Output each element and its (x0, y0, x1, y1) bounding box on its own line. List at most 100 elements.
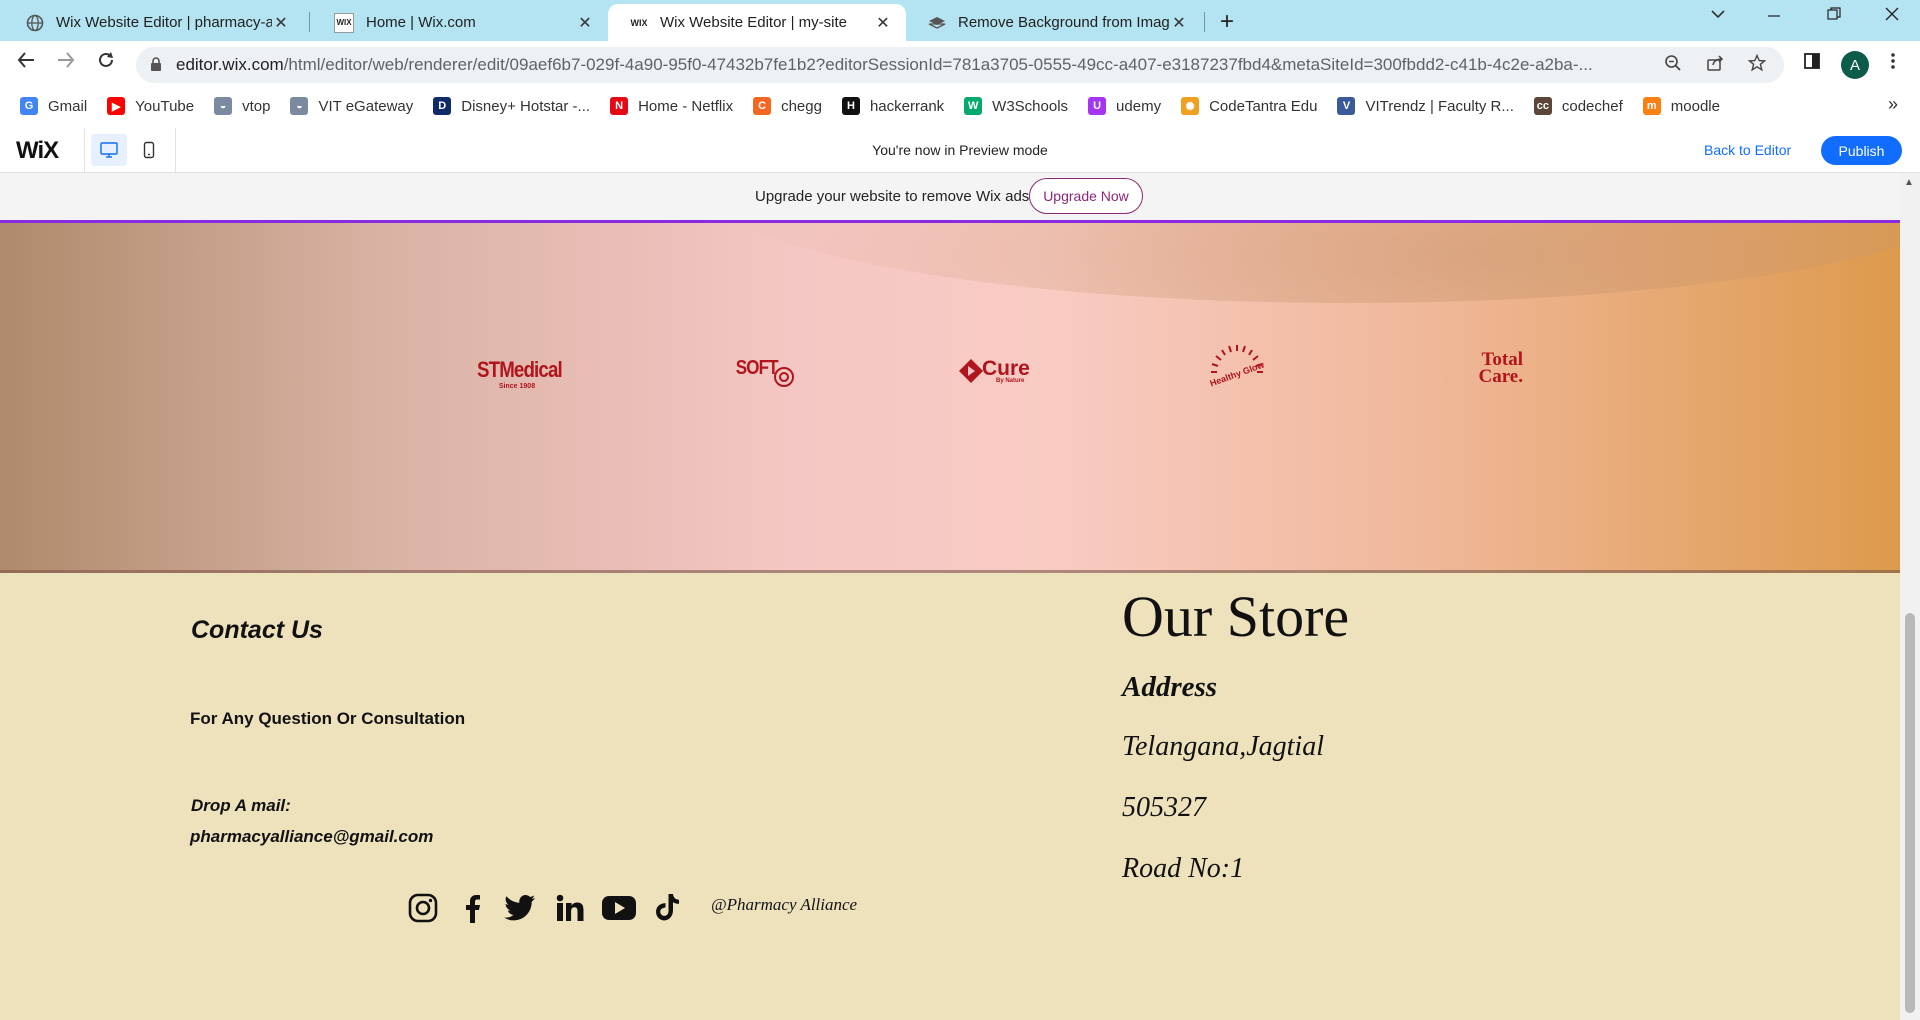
address-label: Address (1122, 671, 1218, 703)
url-text[interactable]: editor.wix.com/html/editor/web/renderer/… (176, 55, 1656, 75)
tab-divider (309, 12, 310, 32)
bookmark-label: vtop (242, 97, 271, 115)
bookmark-label: codechef (1561, 97, 1623, 115)
bookmark-favicon-icon: V (1337, 97, 1356, 115)
bookmark-item[interactable]: V VITrendz | Faculty R... (1337, 97, 1514, 115)
partners-strip: STMedical Since 1908 SOFT Cure By Nature (0, 223, 1900, 573)
background-fold (700, 223, 1900, 303)
linkedin-icon[interactable] (553, 891, 587, 925)
preview-mode-message: You're now in Preview mode (872, 142, 1048, 158)
bookmark-label: chegg (781, 97, 822, 115)
bookmark-item[interactable]: Cchegg (753, 97, 822, 115)
forward-arrow-icon[interactable] (56, 50, 76, 76)
bookmark-star-icon[interactable] (1747, 53, 1767, 77)
bookmark-favicon-icon: ✺ (1181, 97, 1200, 115)
twitter-icon[interactable] (503, 891, 537, 925)
bookmark-favicon-icon: D (433, 97, 452, 115)
bookmark-label: Gmail (48, 97, 88, 115)
tab-wix-editor-pharmacy[interactable]: Wix Website Editor | pharmacy-a ✕ (4, 4, 304, 41)
bookmark-item[interactable]: ◒ VIT eGateway (290, 97, 413, 115)
bookmark-item[interactable]: cc codechef (1533, 97, 1623, 115)
bookmark-favicon-icon: m (1642, 97, 1661, 115)
bookmark-label: W3Schools (992, 97, 1069, 115)
facebook-icon[interactable] (455, 891, 489, 925)
bookmarks-bar: G Gmail ▶ YouTube ◒ vtop ◒ VIT eGateway D Disney+… (0, 90, 1920, 122)
tab-home-wix[interactable]: WIX Home | Wix.com ✕ (312, 4, 608, 41)
url-path: /html/editor/web/renderer/edit/09aef6b7-… (283, 55, 1593, 74)
bookmark-item[interactable]: D Disney+ Hotstar -... (433, 97, 590, 115)
browser-toolbar: editor.wix.com/html/editor/web/renderer/… (0, 41, 1920, 90)
bookmark-item[interactable]: Hhackerrank (841, 97, 944, 115)
publish-button[interactable]: Publish (1821, 136, 1902, 165)
zoom-icon[interactable] (1664, 54, 1682, 77)
bookmark-favicon-icon: H (841, 97, 860, 115)
partner-logo-stmedical: STMedical Since 1908 (477, 357, 577, 390)
profile-avatar[interactable]: A (1841, 51, 1869, 79)
logo-text: STMedical (477, 357, 563, 382)
scrollbar-thumb[interactable] (1905, 613, 1915, 1013)
restore-window-icon[interactable] (1826, 6, 1842, 27)
address-line-road: Road No:1 (1122, 853, 1245, 884)
partner-logo-cure: Cure By Nature (958, 357, 1030, 384)
partner-logo-total-care: Total Care. (1478, 349, 1524, 387)
reload-icon[interactable] (96, 50, 116, 76)
upgrade-now-button[interactable]: Upgrade Now (1029, 178, 1143, 214)
close-tab-icon[interactable]: ✕ (576, 13, 594, 33)
email-link[interactable]: pharmacyalliance@gmail.com (190, 827, 433, 847)
minimize-window-icon[interactable] (1767, 6, 1781, 27)
contact-us-heading: Contact Us (191, 616, 323, 644)
back-arrow-icon[interactable] (16, 50, 36, 76)
footer: Contact Us For Any Question Or Consultat… (0, 573, 1900, 1020)
share-icon[interactable] (1706, 54, 1724, 77)
bookmark-favicon-icon: ◒ (290, 97, 309, 115)
bookmark-favicon-icon: cc (1533, 97, 1552, 115)
close-tab-icon[interactable]: ✕ (874, 13, 892, 33)
bookmark-favicon-icon: U (1088, 97, 1107, 115)
bookmark-item[interactable]: ✺ CodeTantra Edu (1181, 97, 1317, 115)
bookmark-item[interactable]: W W3Schools (964, 97, 1068, 115)
consultation-text: For Any Question Or Consultation (190, 709, 466, 728)
side-panel-icon[interactable] (1803, 52, 1821, 75)
bookmark-favicon-icon: W (964, 97, 983, 115)
bookmark-favicon-icon: C (753, 97, 772, 115)
bookmark-item[interactable]: N Home - Netflix (610, 97, 733, 115)
youtube-icon[interactable] (602, 891, 636, 925)
diamond-icon (959, 358, 983, 383)
more-bookmarks-chevron-icon[interactable]: » (1888, 94, 1898, 115)
bookmark-item[interactable]: m moodle (1642, 97, 1720, 115)
close-window-icon[interactable] (1884, 6, 1900, 27)
kebab-menu-icon[interactable] (1890, 52, 1896, 75)
page-scrollbar[interactable]: ▲ (1900, 173, 1920, 1020)
bookmark-item[interactable]: G Gmail (20, 97, 87, 115)
wix-ad-banner: Upgrade your website to remove Wix ads U… (0, 173, 1900, 223)
instagram-icon[interactable] (406, 891, 440, 925)
bookmark-item[interactable]: ◒ vtop (214, 97, 270, 115)
url-host: editor.wix.com (176, 55, 284, 74)
removebg-icon (928, 14, 946, 32)
bookmark-favicon-icon: G (20, 97, 38, 115)
bookmark-item[interactable]: ▶ YouTube (107, 97, 194, 115)
bookmark-label: VIT eGateway (318, 97, 414, 115)
tiktok-icon[interactable] (651, 891, 685, 925)
tab-title: Home | Wix.com (366, 14, 476, 31)
logo-text: SOFT (735, 357, 779, 379)
bookmark-label: Disney+ Hotstar -... (461, 97, 591, 115)
globe-icon (26, 14, 44, 32)
our-store-heading: Our Store (1122, 584, 1350, 649)
partner-logo-healthy-glow: Healthy Glow (1208, 343, 1266, 406)
tab-remove-background[interactable]: Remove Background from Image ✕ (906, 4, 1202, 41)
bookmark-favicon-icon: ◒ (214, 97, 233, 115)
lock-icon[interactable] (150, 56, 162, 74)
bookmark-label: VITrendz | Faculty R... (1365, 97, 1514, 115)
tab-wix-editor-mysite[interactable]: WIX Wix Website Editor | my-site ✕ (608, 4, 906, 41)
back-to-editor-link[interactable]: Back to Editor (1704, 142, 1791, 158)
social-handle: @Pharmacy Alliance (711, 895, 858, 914)
tab-divider (1204, 12, 1205, 32)
tab-search-chevron-icon[interactable] (1710, 6, 1726, 27)
close-tab-icon[interactable]: ✕ (1170, 13, 1188, 33)
bookmark-item[interactable]: Uudemy (1088, 97, 1161, 115)
new-tab-button[interactable]: + (1220, 8, 1234, 36)
scroll-up-arrow-icon[interactable]: ▲ (1904, 177, 1914, 188)
address-bar[interactable]: editor.wix.com/html/editor/web/renderer/… (136, 47, 1784, 83)
close-tab-icon[interactable]: ✕ (272, 13, 290, 33)
